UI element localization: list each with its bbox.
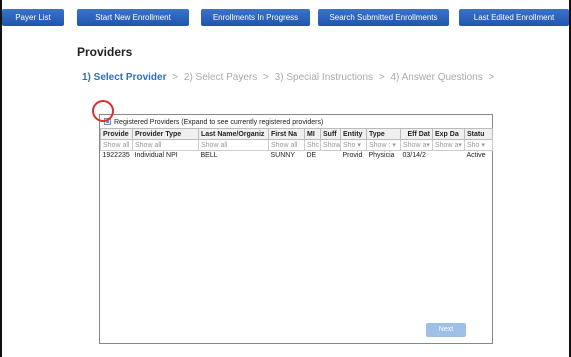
cell-first-name: SUNNY bbox=[270, 152, 296, 160]
start-new-enrollment-button[interactable]: Start New Enrollment bbox=[77, 9, 189, 26]
cell-status: Active bbox=[466, 152, 486, 160]
payer-list-button[interactable]: Payer List bbox=[2, 9, 64, 26]
last-edited-enrollment-button[interactable]: Last Edited Enrollment bbox=[459, 9, 569, 26]
filter-mi[interactable]: Shc bbox=[304, 139, 321, 151]
cell-last-name: BELL bbox=[200, 152, 218, 160]
cell-provider: 1922235 bbox=[102, 152, 130, 160]
filter-first-name[interactable]: Show all bbox=[268, 139, 305, 151]
filter-status-select[interactable]: Sho ▾ bbox=[464, 139, 493, 151]
step-select-payers: 2) Select Payers bbox=[183, 72, 258, 83]
page-title: Providers bbox=[77, 45, 133, 59]
cell-eff-date: 03/14/2 bbox=[402, 152, 426, 160]
providers-panel: Registered Providers (Expand to see curr… bbox=[99, 114, 493, 344]
cell-suffix bbox=[321, 151, 341, 161]
col-header-provider[interactable]: Provide bbox=[100, 128, 133, 140]
filter-entity-select[interactable]: Sho ▾ bbox=[340, 139, 367, 151]
cell-mi: DE bbox=[306, 152, 317, 160]
col-header-entity[interactable]: Entity bbox=[340, 128, 367, 140]
header-row: Provide Provider Type Last Name/Organiz … bbox=[100, 128, 493, 140]
filter-last-name[interactable]: Show all bbox=[198, 139, 269, 151]
providers-table: Provide Provider Type Last Name/Organiz … bbox=[100, 128, 493, 161]
step-special-instructions: 3) Special Instructions bbox=[274, 72, 374, 83]
app-window: Payer List Start New Enrollment Enrollme… bbox=[0, 0, 571, 357]
cell-type: Physicia bbox=[368, 152, 395, 160]
filter-row: Show all Show all Show all Show all Shc … bbox=[100, 139, 493, 151]
cell-entity: Provid bbox=[342, 152, 363, 160]
step-separator: > bbox=[378, 72, 385, 83]
step-select-provider[interactable]: 1) Select Provider bbox=[82, 72, 166, 83]
col-header-exp-date[interactable]: Exp Da bbox=[432, 128, 465, 140]
cell-provider-type: Individual NPI bbox=[134, 152, 178, 160]
filter-suffix[interactable]: Show bbox=[320, 139, 341, 151]
col-header-mi[interactable]: MI bbox=[304, 128, 321, 140]
step-separator: > bbox=[172, 72, 179, 83]
search-submitted-enrollments-button[interactable]: Search Submitted Enrollments bbox=[318, 9, 449, 26]
col-header-first-name[interactable]: First Na bbox=[268, 128, 305, 140]
col-header-type[interactable]: Type bbox=[366, 128, 401, 140]
step-separator: > bbox=[488, 72, 495, 83]
cell-exp-date bbox=[433, 151, 465, 161]
table-row[interactable]: 1922235 Individual NPI BELL SUNNY DE Pro… bbox=[101, 151, 493, 161]
col-header-suffix[interactable]: Suff bbox=[320, 128, 341, 140]
col-header-last-name[interactable]: Last Name/Organiz bbox=[198, 128, 269, 140]
filter-exp-date-select[interactable]: Show a▾ bbox=[432, 139, 465, 151]
enrollments-in-progress-button[interactable]: Enrollments In Progress bbox=[201, 9, 310, 26]
highlight-circle bbox=[92, 100, 114, 122]
registered-providers-expander[interactable]: Registered Providers (Expand to see curr… bbox=[104, 118, 323, 126]
top-nav-bar: Payer List Start New Enrollment Enrollme… bbox=[2, 0, 569, 26]
filter-type-select[interactable]: Show : ▾ bbox=[366, 139, 401, 151]
main-content: Providers 1) Select Provider > 2) Select… bbox=[2, 26, 569, 357]
filter-eff-date-select[interactable]: Show a▾ bbox=[400, 139, 433, 151]
step-separator: > bbox=[263, 72, 269, 83]
next-button[interactable]: Next bbox=[426, 323, 466, 337]
wizard-steps: 1) Select Provider > 2) Select Payers > … bbox=[82, 72, 497, 83]
col-header-provider-type[interactable]: Provider Type bbox=[132, 128, 199, 140]
registered-providers-label: Registered Providers (Expand to see curr… bbox=[114, 119, 324, 126]
step-answer-questions: 4) Answer Questions bbox=[390, 72, 483, 83]
filter-provider[interactable]: Show all bbox=[100, 139, 133, 151]
filter-provider-type[interactable]: Show all bbox=[132, 139, 199, 151]
col-header-status[interactable]: Statu bbox=[464, 128, 493, 140]
col-header-eff-date[interactable]: Eff Dat bbox=[400, 128, 433, 140]
